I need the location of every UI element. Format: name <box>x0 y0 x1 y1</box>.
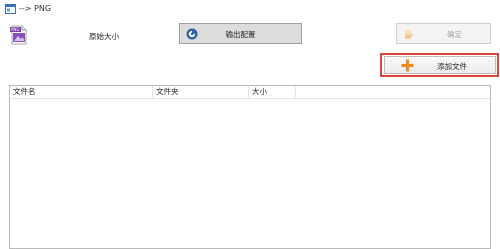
column-header-size[interactable]: 大小 <box>249 86 296 98</box>
confirm-label: 确定 <box>447 30 462 39</box>
window-title: --> PNG <box>19 4 52 13</box>
confirm-arrow-icon <box>405 30 413 39</box>
add-file-label: 添加文件 <box>437 62 467 71</box>
title-bar: --> PNG <box>0 0 500 20</box>
output-settings-label: 输出配置 <box>225 30 256 39</box>
column-header-filename[interactable]: 文件名 <box>10 86 153 98</box>
confirm-button[interactable]: 确定 <box>396 23 491 44</box>
output-settings-button[interactable]: 输出配置 <box>179 23 302 44</box>
app-window-icon <box>5 4 16 14</box>
column-header-folder[interactable]: 文件夹 <box>153 86 249 98</box>
file-list[interactable]: 文件名 文件夹 大小 <box>9 85 491 249</box>
file-list-header: 文件名 文件夹 大小 <box>10 86 490 99</box>
add-file-button[interactable]: 添加文件 <box>384 56 496 74</box>
size-option-label[interactable]: 原始大小 <box>89 31 119 42</box>
png-badge-text: PNG <box>11 27 20 32</box>
png-file-icon: PNG <box>10 25 27 45</box>
plus-icon <box>401 59 414 72</box>
